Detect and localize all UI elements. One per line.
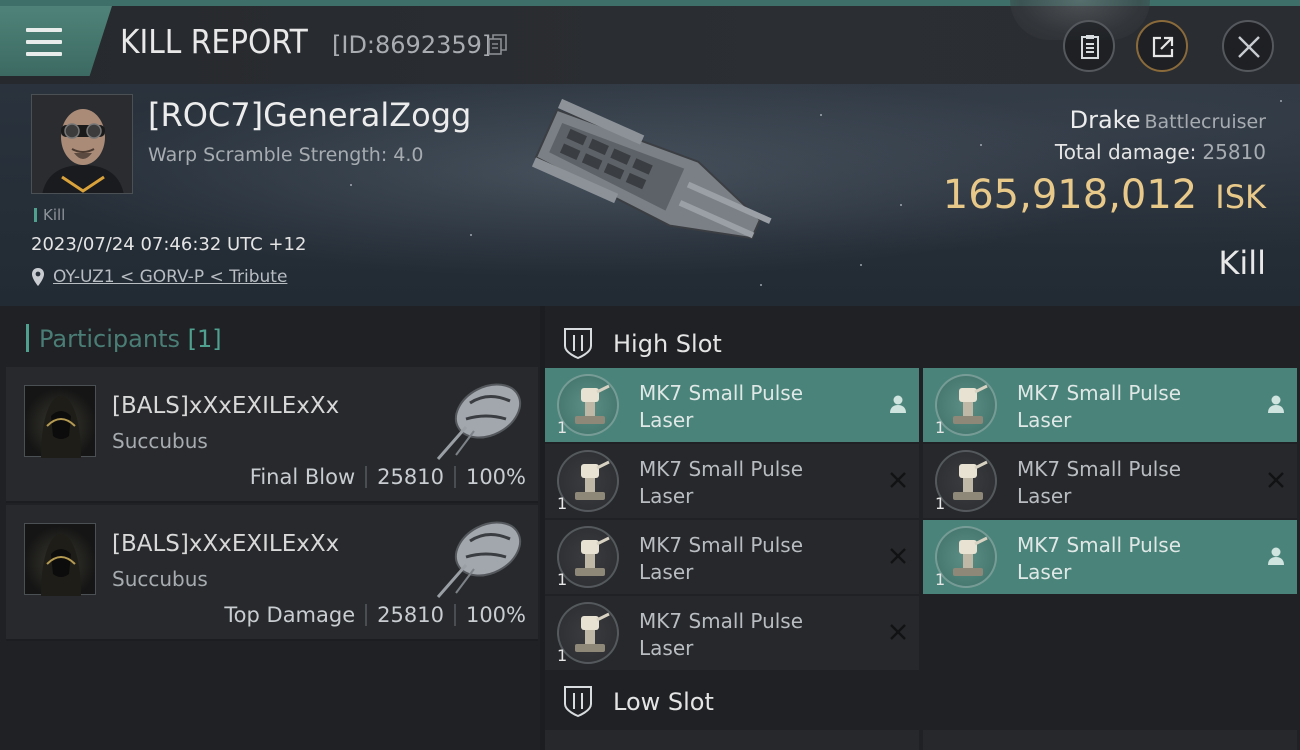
- participant-portrait[interactable]: [24, 385, 96, 458]
- victim-name[interactable]: [ROC7]GeneralZogg: [148, 96, 471, 134]
- person-icon: [1267, 546, 1285, 572]
- participant-ship: Succubus: [112, 429, 208, 453]
- report-id: [ID:8692359]: [332, 31, 492, 59]
- high-slot-module[interactable]: 1 MK7 Small Pulse Laser: [545, 596, 919, 670]
- victim-ship-image[interactable]: [515, 94, 785, 274]
- module-name: MK7 Small Pulse Laser: [639, 457, 804, 508]
- share-icon: [1152, 36, 1174, 58]
- x-icon: [889, 546, 907, 571]
- module-name: MK7 Small Pulse Laser: [639, 381, 804, 432]
- participants-panel: Participants [1] [BALS]xXxEXILExXx Succu…: [0, 306, 540, 750]
- high-slot-module[interactable]: 1 MK7 Small Pulse Laser: [923, 444, 1297, 518]
- module-name: MK7 Small Pulse Laser: [1017, 381, 1182, 432]
- page-title: KILL REPORT: [120, 22, 308, 61]
- clipboard-icon: [1081, 35, 1099, 59]
- module-name: MK7 Small Pulse Laser: [1017, 533, 1182, 584]
- participants-count: [1]: [187, 325, 222, 353]
- person-icon: [889, 394, 907, 420]
- participant-role: Final Blow: [249, 465, 356, 489]
- participant-ship-icon[interactable]: [426, 373, 526, 465]
- x-icon: [889, 470, 907, 495]
- report-type-tag: Kill: [34, 206, 65, 224]
- menu-button[interactable]: [0, 6, 112, 76]
- close-icon: [1238, 36, 1260, 58]
- low-slot-header: Low Slot: [545, 670, 1300, 728]
- kill-datetime: 2023/07/24 07:46:32 UTC +12: [31, 234, 307, 255]
- module-quantity: 1: [557, 418, 568, 437]
- hamburger-icon: [26, 28, 62, 56]
- victim-portrait[interactable]: [31, 94, 133, 194]
- participant-stats: Top Damage 25810 100%: [224, 603, 526, 627]
- high-slot-module[interactable]: 1 MK7 Small Pulse Laser: [545, 368, 919, 442]
- participant-name: [BALS]xXxEXILExXx: [112, 393, 340, 419]
- participant-percent: 100%: [465, 465, 526, 489]
- victim-ship-line: Drake Battlecruiser: [1070, 106, 1266, 134]
- total-damage-value: 25810: [1202, 140, 1266, 164]
- isk-value: 165,918,012: [942, 172, 1198, 218]
- copy-icon[interactable]: [488, 34, 508, 56]
- participant-row[interactable]: [BALS]xXxEXILExXx Succubus Final Blow 258…: [6, 367, 538, 503]
- person-icon: [1267, 394, 1285, 420]
- victim-banner: [ROC7]GeneralZogg Warp Scramble Strength…: [0, 84, 1300, 306]
- participant-damage: 25810: [377, 465, 444, 489]
- fitting-panel: High Slot 1 MK7 Small Pulse Laser 1 MK7 Sma…: [545, 306, 1300, 750]
- participant-role: Top Damage: [224, 603, 356, 627]
- participants-header: Participants [1]: [26, 324, 222, 356]
- participant-portrait[interactable]: [24, 523, 96, 596]
- total-damage-label: Total damage:: [1054, 140, 1197, 164]
- high-slot-module[interactable]: 1 MK7 Small Pulse Laser: [923, 368, 1297, 442]
- module-quantity: 1: [557, 646, 568, 665]
- victim-ship-class: Battlecruiser: [1144, 111, 1266, 133]
- participant-percent: 100%: [465, 603, 526, 627]
- warp-scramble-strength: Warp Scramble Strength: 4.0: [148, 144, 424, 166]
- low-slot-label: Low Slot: [613, 688, 714, 716]
- participant-ship: Succubus: [112, 567, 208, 591]
- module-quantity: 1: [557, 494, 568, 513]
- total-damage-line: Total damage: 25810: [1055, 140, 1266, 164]
- module-quantity: 1: [935, 418, 946, 437]
- victim-ship-name[interactable]: Drake: [1070, 106, 1141, 134]
- high-slot-label: High Slot: [613, 330, 722, 358]
- high-slot-header: High Slot: [545, 312, 1300, 370]
- participant-row[interactable]: [BALS]xXxEXILExXx Succubus Top Damage 258…: [6, 505, 538, 641]
- module-name: MK7 Small Pulse Laser: [1017, 457, 1182, 508]
- low-slot-modules: [545, 730, 1300, 750]
- module-name: MK7 Small Pulse Laser: [639, 609, 804, 660]
- header-bar: KILL REPORT [ID:8692359]: [0, 0, 1300, 84]
- kill-location-link[interactable]: OY-UZ1 < GORV-P < Tribute: [53, 267, 287, 287]
- participant-name: [BALS]xXxEXILExXx: [112, 531, 340, 557]
- shield-slot-icon: [564, 328, 592, 360]
- module-name: MK7 Small Pulse Laser: [639, 533, 804, 584]
- x-icon: [1267, 470, 1285, 495]
- isk-value-line: 165,918,012 ISK: [943, 172, 1266, 218]
- shield-slot-icon: [564, 686, 592, 718]
- location-pin-icon: [32, 268, 44, 286]
- module-quantity: 1: [935, 494, 946, 513]
- high-slot-module[interactable]: 1 MK7 Small Pulse Laser: [545, 444, 919, 518]
- participant-stats: Final Blow 25810 100%: [250, 465, 526, 489]
- high-slot-module[interactable]: 1 MK7 Small Pulse Laser: [923, 520, 1297, 594]
- x-icon: [889, 622, 907, 647]
- module-quantity: 1: [557, 570, 568, 589]
- participant-damage: 25810: [377, 603, 444, 627]
- clipboard-button[interactable]: [1063, 20, 1115, 72]
- high-slot-module[interactable]: 1 MK7 Small Pulse Laser: [545, 520, 919, 594]
- module-quantity: 1: [935, 570, 946, 589]
- kill-result: Kill: [1218, 244, 1266, 282]
- close-button[interactable]: [1222, 20, 1274, 72]
- participants-label: Participants: [39, 325, 180, 353]
- share-button[interactable]: [1136, 20, 1188, 72]
- report-type-label: Kill: [43, 206, 66, 224]
- participant-ship-icon[interactable]: [426, 511, 526, 603]
- isk-unit: ISK: [1215, 178, 1266, 216]
